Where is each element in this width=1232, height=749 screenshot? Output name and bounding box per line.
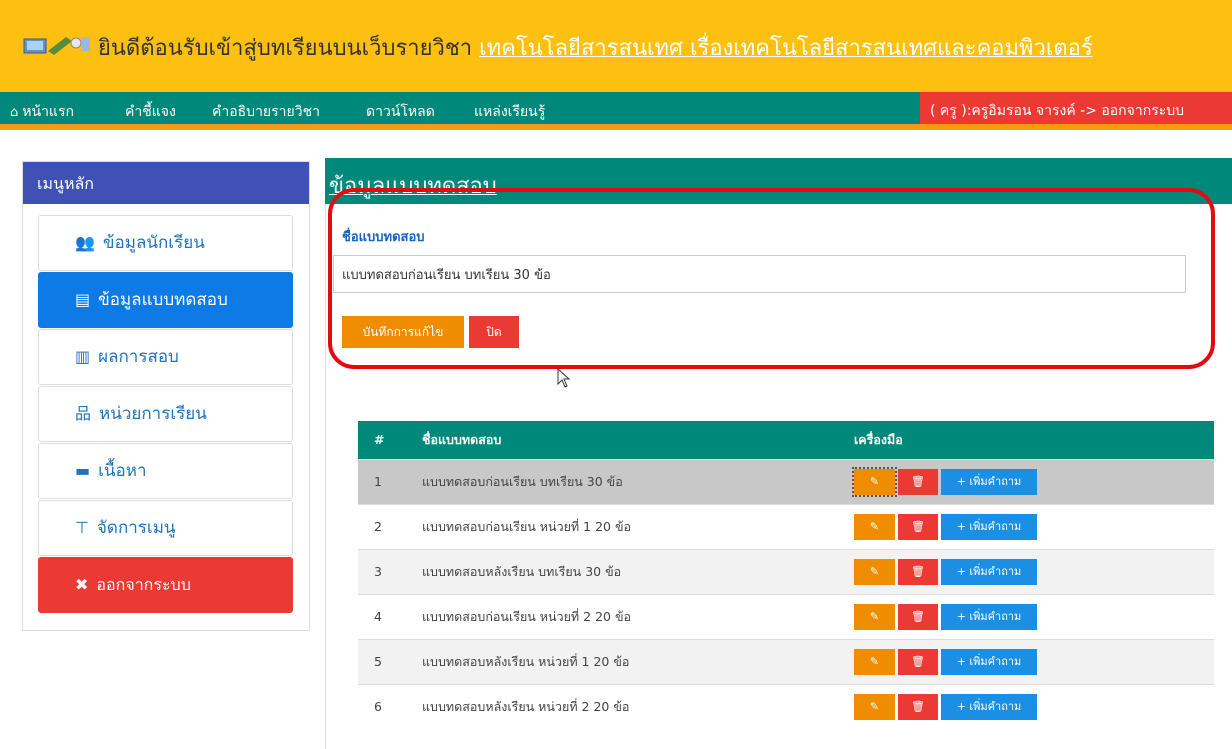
trash-icon: 🗑 <box>911 564 925 578</box>
delete-button[interactable]: 🗑 <box>898 468 938 495</box>
bar-chart-icon: ▥ <box>75 347 91 366</box>
book-icon: ▬ <box>75 461 91 480</box>
sidebar-item-label: เนื้อหา <box>98 461 147 481</box>
delete-button[interactable]: 🗑 <box>898 648 938 675</box>
row-test-name: แบบทดสอบหลังเรียน หน่วยที่ 1 20 ข้อ <box>416 638 852 684</box>
tree-icon: ⊤ <box>75 518 89 537</box>
mouse-cursor-icon <box>557 368 571 388</box>
sitemap-icon: 品 <box>75 404 92 423</box>
sidebar-item-units[interactable]: 品 หน่วยการเรียน <box>38 386 293 442</box>
sidebar-item-label: หน่วยการเรียน <box>99 404 207 424</box>
row-tools: ✎ 🗑 + เพิ่มคำถาม <box>852 548 1214 594</box>
top-navbar: ⌂ หน้าแรก คำชี้แจง คำอธิบายรายวิชา ดาวน์โ… <box>0 92 1232 130</box>
header-banner: ยินดีต้อนรับเข้าสู่บทเรียนบนเว็บรายวิชา … <box>0 0 1232 92</box>
sidebar-item-label: ข้อมูลนักเรียน <box>102 233 205 253</box>
add-question-button[interactable]: + เพิ่มคำถาม <box>941 468 1037 495</box>
delete-button[interactable]: 🗑 <box>898 603 938 630</box>
column-header-tools: เครื่องมือ <box>852 421 1214 459</box>
row-test-name: แบบทดสอบก่อนเรียน หน่วยที่ 1 20 ข้อ <box>416 503 852 549</box>
sidebar-item-label: ผลการสอบ <box>98 347 179 367</box>
row-tools: ✎ 🗑 + เพิ่มคำถาม <box>852 503 1214 549</box>
sidebar-item-logout[interactable]: ✖ ออกจากระบบ <box>38 557 293 613</box>
sidebar-item-menu-manage[interactable]: ⊤ จัดการเมนู <box>38 500 293 556</box>
edit-button[interactable]: ✎ <box>852 466 897 497</box>
tests-table: # ชื่อแบบทดสอบ เครื่องมือ 1 แบบทดสอบก่อน… <box>358 421 1214 729</box>
row-tools: ✎ 🗑 + เพิ่มคำถาม <box>852 683 1214 729</box>
site-title-prefix: ยินดีต้อนรับเข้าสู่บทเรียนบนเว็บรายวิชา <box>98 36 480 61</box>
row-test-name: แบบทดสอบหลังเรียน บทเรียน 30 ข้อ <box>416 548 852 594</box>
edit-icon: ✎ <box>869 519 880 533</box>
table-row: 6 แบบทดสอบหลังเรียน หน่วยที่ 2 20 ข้อ ✎ 🗑… <box>358 683 1214 729</box>
row-test-name: แบบทดสอบก่อนเรียน หน่วยที่ 2 20 ข้อ <box>416 593 852 639</box>
trash-icon: 🗑 <box>911 654 925 668</box>
row-number: 2 <box>358 503 416 549</box>
sidebar-item-content[interactable]: ▬ เนื้อหา <box>38 443 293 499</box>
nav-item-resources[interactable]: แหล่งเรียนรู้ <box>474 101 545 123</box>
trash-icon: 🗑 <box>911 699 925 713</box>
nav-item-instructions[interactable]: คำชี้แจง <box>125 101 176 123</box>
add-question-button[interactable]: + เพิ่มคำถาม <box>941 693 1037 720</box>
row-tools: ✎ 🗑 + เพิ่มคำถาม <box>852 593 1214 639</box>
nav-item-course-description[interactable]: คำอธิบายรายวิชา <box>212 101 320 123</box>
delete-button[interactable]: 🗑 <box>898 513 938 540</box>
row-number: 6 <box>358 683 416 729</box>
copy-icon: ▤ <box>75 290 91 309</box>
add-question-button[interactable]: + เพิ่มคำถาม <box>941 603 1037 630</box>
edit-icon: ✎ <box>869 609 880 623</box>
users-icon: 👥 <box>75 233 95 252</box>
table-row: 3 แบบทดสอบหลังเรียน บทเรียน 30 ข้อ ✎ 🗑 + เ… <box>358 548 1214 594</box>
computer-logo-icon <box>23 37 90 55</box>
edit-icon: ✎ <box>869 699 880 713</box>
sidebar-item-tests[interactable]: ▤ ข้อมูลแบบทดสอบ <box>38 272 293 328</box>
annotation-highlight <box>328 188 1215 369</box>
nav-item-download[interactable]: ดาวน์โหลด <box>366 101 435 123</box>
table-header-row: # ชื่อแบบทดสอบ เครื่องมือ <box>358 421 1214 459</box>
row-number: 5 <box>358 638 416 684</box>
delete-button[interactable]: 🗑 <box>898 558 938 585</box>
user-logout-link[interactable]: ( ครู ):ครูอิมรอน จารงค์ -> ออกจากระบบ <box>920 92 1232 124</box>
table-row: 4 แบบทดสอบก่อนเรียน หน่วยที่ 2 20 ข้อ ✎ 🗑… <box>358 593 1214 639</box>
edit-button[interactable]: ✎ <box>854 693 895 720</box>
sidebar-item-label: ออกจากระบบ <box>96 575 191 594</box>
row-number: 1 <box>358 458 416 504</box>
row-number: 3 <box>358 548 416 594</box>
trash-icon: 🗑 <box>911 519 925 533</box>
sidebar-item-label: จัดการเมนู <box>96 518 176 538</box>
column-header-number: # <box>358 421 416 459</box>
edit-icon: ✎ <box>869 654 880 668</box>
site-title-highlight[interactable]: เทคโนโลยีสารสนเทศ เรื่องเทคโนโลยีสารสนเท… <box>479 36 1093 61</box>
trash-icon: 🗑 <box>911 474 925 488</box>
table-row: 2 แบบทดสอบก่อนเรียน หน่วยที่ 1 20 ข้อ ✎ 🗑… <box>358 503 1214 549</box>
table-row: 5 แบบทดสอบหลังเรียน หน่วยที่ 1 20 ข้อ ✎ 🗑… <box>358 638 1214 684</box>
edit-icon: ✎ <box>869 564 880 578</box>
add-question-button[interactable]: + เพิ่มคำถาม <box>941 648 1037 675</box>
nav-item-home[interactable]: ⌂ หน้าแรก <box>10 101 74 123</box>
edit-button[interactable]: ✎ <box>854 558 895 585</box>
trash-icon: 🗑 <box>911 609 925 623</box>
edit-icon: ✎ <box>869 474 880 488</box>
edit-button[interactable]: ✎ <box>854 513 895 540</box>
close-icon: ✖ <box>75 575 89 594</box>
sidebar-item-students[interactable]: 👥 ข้อมูลนักเรียน <box>38 215 293 271</box>
row-tools: ✎ 🗑 + เพิ่มคำถาม <box>852 458 1214 504</box>
table-row: 1 แบบทดสอบก่อนเรียน บทเรียน 30 ข้อ ✎ 🗑 + เ… <box>358 458 1214 504</box>
sidebar-item-label: ข้อมูลแบบทดสอบ <box>98 290 228 310</box>
row-tools: ✎ 🗑 + เพิ่มคำถาม <box>852 638 1214 684</box>
add-question-button[interactable]: + เพิ่มคำถาม <box>941 513 1037 540</box>
site-title: ยินดีต้อนรับเข้าสู่บทเรียนบนเว็บรายวิชา … <box>98 30 1093 65</box>
sidebar-title: เมนูหลัก <box>23 162 309 204</box>
edit-button[interactable]: ✎ <box>854 648 895 675</box>
home-icon: ⌂ <box>10 105 19 120</box>
column-header-name: ชื่อแบบทดสอบ <box>416 421 852 459</box>
row-test-name: แบบทดสอบก่อนเรียน บทเรียน 30 ข้อ <box>416 458 852 504</box>
nav-item-label: หน้าแรก <box>22 104 74 120</box>
sidebar-item-results[interactable]: ▥ ผลการสอบ <box>38 329 293 385</box>
row-number: 4 <box>358 593 416 639</box>
delete-button[interactable]: 🗑 <box>898 693 938 720</box>
add-question-button[interactable]: + เพิ่มคำถาม <box>941 558 1037 585</box>
row-test-name: แบบทดสอบหลังเรียน หน่วยที่ 2 20 ข้อ <box>416 683 852 729</box>
edit-button[interactable]: ✎ <box>854 603 895 630</box>
